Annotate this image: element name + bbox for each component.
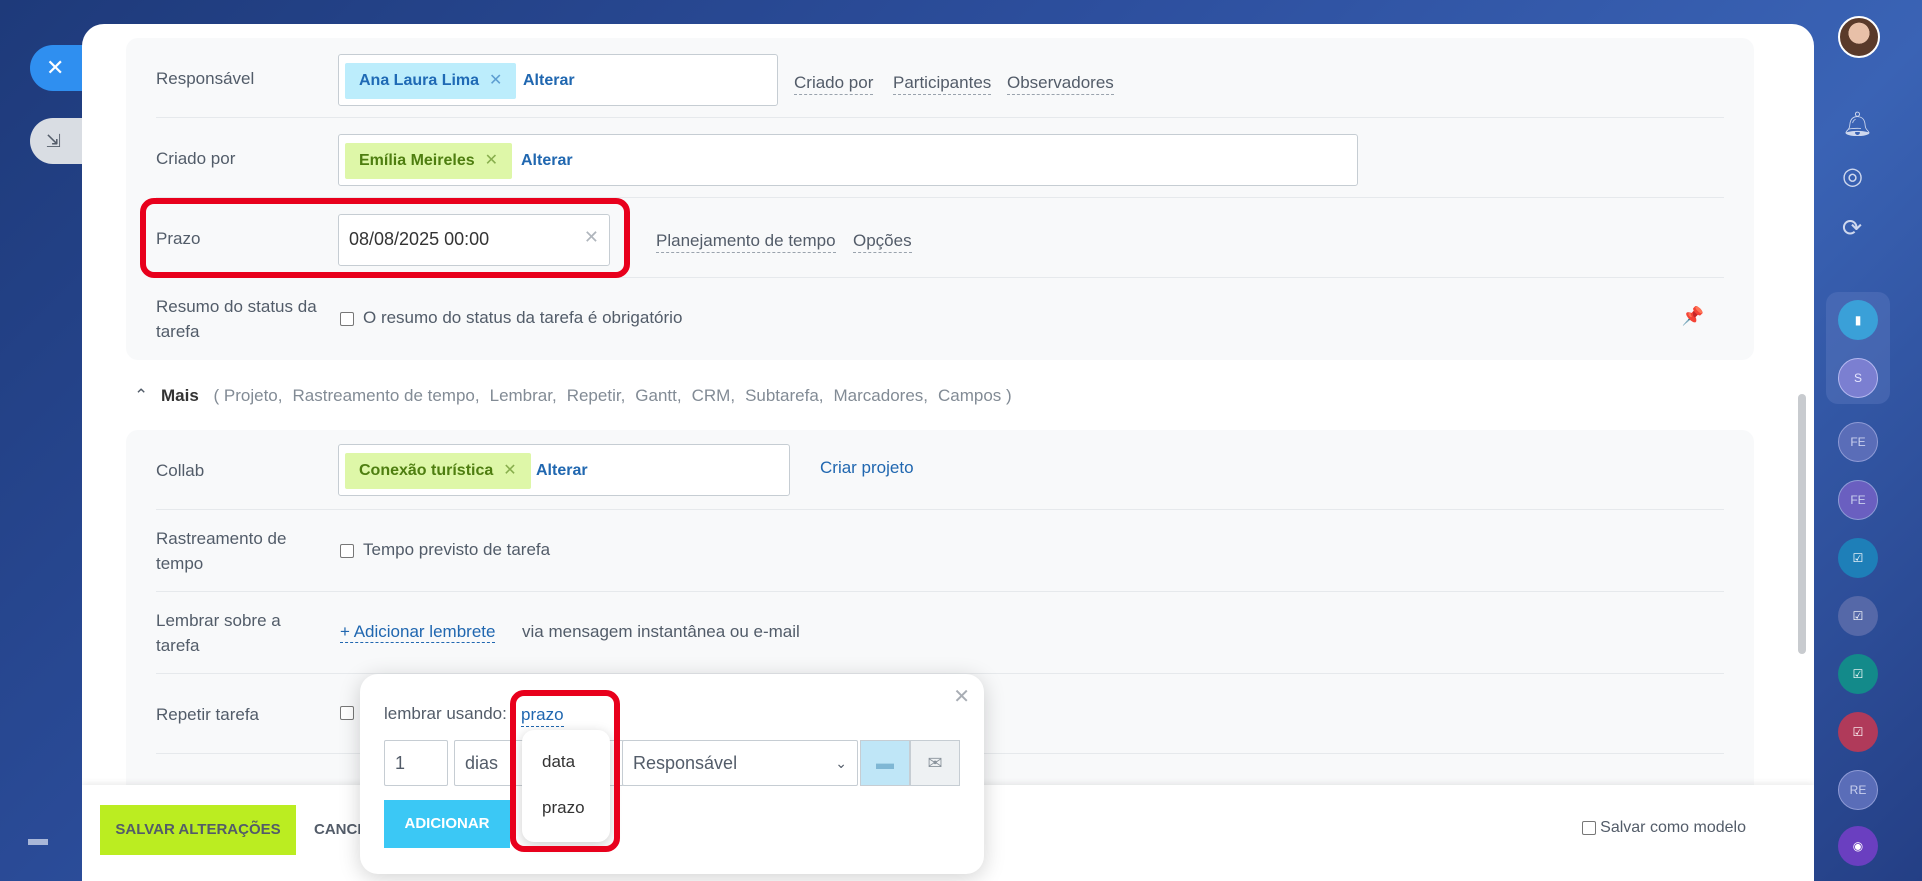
sidebar-avatar[interactable]: S [1838,358,1878,398]
close-slider-button[interactable]: ✕ [30,45,86,91]
goal-icon[interactable]: ◎ [1842,162,1863,191]
bookmark-icon[interactable]: ▮ [1838,300,1878,340]
remove-icon[interactable]: ✕ [485,152,498,169]
scrollbar[interactable] [1798,394,1806,654]
reminder-popup: ✕ lembrar usando: prazo 1 dias Responsáv… [360,674,984,874]
field-label: Collab [156,461,205,480]
chat-icon: ▬ [876,752,894,773]
repeat-checkbox[interactable] [340,706,354,720]
more-item[interactable]: ( Projeto, [214,386,283,405]
remove-icon[interactable]: ✕ [489,72,502,89]
email-channel-button[interactable]: ✉ [910,740,960,786]
field-label: Repetir tarefa [156,705,259,724]
task-icon[interactable]: ☑ [1838,712,1878,752]
more-item[interactable]: Rastreamento de tempo, [293,386,480,405]
task-icon[interactable]: ☑ [1838,538,1878,578]
recipient-value: Responsável [633,753,738,773]
chevron-up-icon: ⌃ [134,386,149,405]
field-label: Criado por [156,149,236,168]
create-project-link[interactable]: Criar projeto [820,458,914,478]
creator-field[interactable]: Emília Meireles ✕ Alterar [338,134,1358,186]
more-item[interactable]: Repetir, [567,386,626,405]
checkbox-label: O resumo do status da tarefa é obrigatór… [363,308,683,327]
change-link[interactable]: Alterar [521,143,573,179]
field-label: Resumo do status da tarefa [156,297,317,341]
row-collab: Collab Conexão turística ✕ Alterar Criar … [156,430,1724,510]
minimize-icon: ⇲ [46,130,62,151]
more-item[interactable]: CRM, [692,386,735,405]
collab-field[interactable]: Conexão turística ✕ Alterar [338,444,790,496]
more-item[interactable]: Marcadores, [834,386,928,405]
field-label: Responsável [156,69,255,88]
popup-label: lembrar usando: [384,704,507,723]
chevron-down-icon: ⌄ [835,755,847,771]
change-link[interactable]: Alterar [536,453,588,489]
row-resumo: Resumo do status da tarefa O resumo do s… [156,278,1724,360]
sidebar-avatar[interactable]: FE [1838,480,1878,520]
project-tag[interactable]: Conexão turística ✕ [345,453,531,489]
resumo-checkbox[interactable] [340,312,354,326]
responsible-field[interactable]: Ana Laura Lima ✕ Alterar [338,54,778,106]
change-link[interactable]: Alterar [523,63,575,99]
add-reminder-button[interactable]: ADICIONAR [384,800,510,848]
sidebar-avatar[interactable]: RE [1838,770,1878,810]
save-template-label: Salvar como modelo [1600,819,1746,836]
print-icon[interactable]: ▬ [28,828,54,852]
save-template-option[interactable]: Salvar como modelo [1582,819,1746,837]
row-rastreamento: Rastreamento de tempo Tempo previsto de … [156,510,1724,592]
copilot-icon[interactable]: ◉ [1838,826,1878,866]
row-responsavel: Responsável Ana Laura Lima ✕ Alterar Cria… [156,38,1724,118]
link-planejamento[interactable]: Planejamento de tempo [656,230,836,253]
time-tracking-checkbox[interactable] [340,544,354,558]
more-title: Mais [160,386,199,405]
more-item[interactable]: Lembrar, [490,386,557,405]
user-tag[interactable]: Ana Laura Lima ✕ [345,63,517,99]
task-icon[interactable]: ☑ [1838,596,1878,636]
link-participantes[interactable]: Participantes [893,72,992,95]
more-item[interactable]: Subtarefa, [745,386,823,405]
field-label: Lembrar sobre a tarefa [156,611,281,655]
task-icon[interactable]: ☑ [1838,654,1878,694]
more-list: ( Projeto, Rastreamento de tempo, Lembrar,… [214,386,1022,405]
collapse-slider-button[interactable]: ⇲ [30,118,86,164]
field-label: Rastreamento de tempo [156,529,287,573]
envelope-icon: ✉ [927,752,943,773]
reminder-recipient-select[interactable]: Responsável ⌄ [622,740,858,786]
highlight-dropdown [510,690,620,852]
message-channel-button[interactable]: ▬ [860,740,910,786]
reminder-amount-input[interactable]: 1 [384,740,448,786]
link-criado-por[interactable]: Criado por [794,72,874,95]
close-icon[interactable]: ✕ [953,684,970,709]
save-template-checkbox[interactable] [1582,820,1597,835]
row-lembrar: Lembrar sobre a tarefa + Adicionar lembr… [156,592,1724,674]
bell-icon[interactable]: 🔔︎ [1842,110,1872,139]
user-tag[interactable]: Emília Meireles ✕ [345,143,513,179]
sync-icon[interactable]: ⟳ [1842,214,1862,243]
user-avatar[interactable] [1838,16,1880,58]
remove-icon[interactable]: ✕ [503,462,516,479]
close-icon: ✕ [46,55,65,80]
highlight-prazo [140,198,630,278]
sidebar-avatar[interactable]: FE [1838,422,1878,462]
add-reminder-link[interactable]: + Adicionar lembrete [340,622,496,643]
pin-icon[interactable]: 📌 [1682,306,1704,327]
more-item[interactable]: Gantt, [635,386,681,405]
link-observadores[interactable]: Observadores [1007,72,1114,95]
row-criado-por: Criado por Emília Meireles ✕ Alterar [156,118,1724,198]
reminder-suffix: via mensagem instantânea ou e-mail [522,622,800,641]
save-changes-button[interactable]: SALVAR ALTERAÇÕES [100,805,296,855]
more-item[interactable]: Campos ) [938,386,1012,405]
link-opcoes[interactable]: Opções [853,230,912,253]
more-expander[interactable]: ⌃ Mais ( Projeto, Rastreamento de tempo, L… [134,386,1022,406]
checkbox-label: Tempo previsto de tarefa [363,540,551,559]
